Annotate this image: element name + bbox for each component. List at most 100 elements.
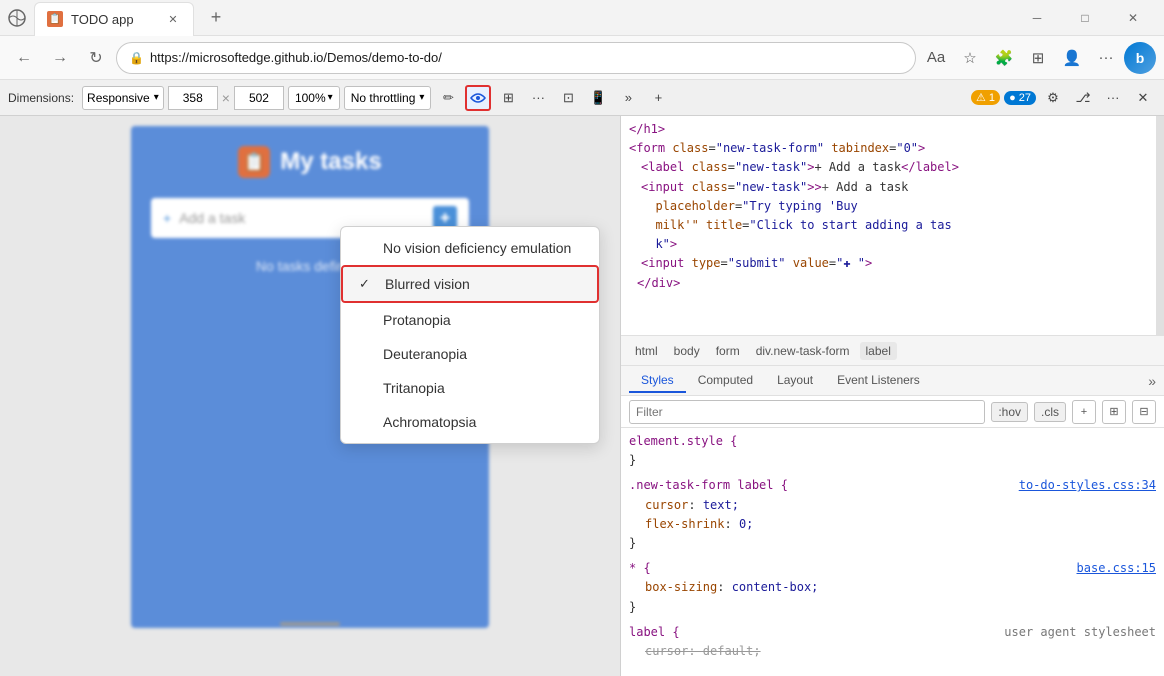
- css-line: }: [629, 451, 1156, 470]
- lock-icon: 🔒: [129, 51, 144, 65]
- tab-title: TODO app: [71, 12, 157, 27]
- css-line: cursor: default;: [629, 642, 1156, 661]
- close-button[interactable]: ✕: [1110, 2, 1156, 34]
- code-line: <form class="new-task-form" tabindex="0"…: [629, 139, 1156, 158]
- collections-button[interactable]: ⊞: [1022, 42, 1054, 74]
- breadcrumb-html[interactable]: html: [629, 342, 664, 360]
- dimensions-label: Dimensions:: [8, 91, 74, 105]
- expand-button[interactable]: »: [615, 85, 641, 111]
- settings-button[interactable]: ···: [1090, 42, 1122, 74]
- app-header: 📋 My tasks: [238, 146, 381, 178]
- filter-input[interactable]: [629, 400, 985, 424]
- branch-button[interactable]: ⎇: [1070, 85, 1096, 111]
- zoom-select[interactable]: 100% ▾: [288, 86, 340, 110]
- read-aloud-button[interactable]: Aa: [920, 42, 952, 74]
- active-tab[interactable]: 📋 TODO app ✕: [34, 2, 194, 36]
- refresh-button[interactable]: ↻: [80, 42, 112, 74]
- window-controls: ─ □ ✕: [1014, 2, 1156, 34]
- minimize-button[interactable]: ─: [1014, 2, 1060, 34]
- tab-layout[interactable]: Layout: [765, 369, 825, 393]
- nav-right: Aa ☆ 🧩 ⊞ 👤 ··· b: [920, 42, 1156, 74]
- tab-styles[interactable]: Styles: [629, 369, 686, 393]
- filter-toggle-button[interactable]: ⊟: [1132, 400, 1156, 424]
- new-tab-button[interactable]: +: [202, 4, 230, 32]
- vision-emulation-button[interactable]: [465, 85, 491, 111]
- responsive-select[interactable]: Responsive ▾: [82, 86, 164, 110]
- dropdown-item-blurred[interactable]: ✓ Blurred vision: [341, 265, 599, 303]
- back-button[interactable]: ←: [8, 42, 40, 74]
- profile-button[interactable]: 👤: [1056, 42, 1088, 74]
- dimension-separator: ×: [222, 90, 230, 106]
- horizontal-scrollbar[interactable]: [280, 622, 340, 626]
- check-icon: ✓: [359, 276, 375, 292]
- css-link-base[interactable]: base.css:15: [1077, 559, 1156, 578]
- css-link-todo[interactable]: to-do-styles.css:34: [1019, 476, 1156, 495]
- css-block-label: label { user agent stylesheet cursor: de…: [629, 623, 1156, 661]
- nav-bar: ← → ↻ 🔒 https://microsoftedge.github.io/…: [0, 36, 1164, 80]
- tab-favicon: 📋: [47, 11, 63, 27]
- close-devtools-button[interactable]: ✕: [1130, 85, 1156, 111]
- css-block-element-style: element.style { }: [629, 432, 1156, 470]
- address-bar[interactable]: 🔒 https://microsoftedge.github.io/Demos/…: [116, 42, 916, 74]
- item-label: Achromatopsia: [383, 414, 583, 430]
- edge-icon: b: [1124, 42, 1156, 74]
- css-line: * { base.css:15: [629, 559, 1156, 578]
- pencil-button[interactable]: ✏: [435, 85, 461, 111]
- toggle-device-button[interactable]: ⊞: [495, 85, 521, 111]
- filter-pseudo-button[interactable]: :hov: [991, 402, 1028, 422]
- maximize-button[interactable]: □: [1062, 2, 1108, 34]
- main-area: 📋 My tasks + Add a task ✚ No tasks defin…: [0, 116, 1164, 676]
- css-line: }: [629, 534, 1156, 553]
- add-button[interactable]: +: [645, 85, 671, 111]
- width-input[interactable]: [168, 86, 218, 110]
- info-badge: ● 27: [1004, 91, 1036, 105]
- tab-computed[interactable]: Computed: [686, 369, 765, 393]
- dropdown-item-protanopia[interactable]: Protanopia: [341, 303, 599, 337]
- css-line: cursor: text;: [629, 496, 1156, 515]
- dropdown-item-achromatopsia[interactable]: Achromatopsia: [341, 405, 599, 439]
- more-devtools-button[interactable]: ···: [1100, 85, 1126, 111]
- css-block-new-task-form: .new-task-form label { to-do-styles.css:…: [629, 476, 1156, 553]
- filter-cls-button[interactable]: .cls: [1034, 402, 1066, 422]
- dropdown-item-deuteranopia[interactable]: Deuteranopia: [341, 337, 599, 371]
- css-line: label { user agent stylesheet: [629, 623, 1156, 642]
- code-line: placeholder="Try typing 'Buy: [629, 197, 1156, 216]
- more-tabs-button[interactable]: »: [1148, 373, 1156, 389]
- zoom-chevron-icon: ▾: [328, 92, 333, 103]
- breadcrumb-form[interactable]: form: [710, 342, 746, 360]
- breadcrumb-div[interactable]: div.new-task-form: [750, 342, 856, 360]
- vision-emulation-dropdown: No vision deficiency emulation ✓ Blurred…: [340, 226, 600, 444]
- css-line: element.style {: [629, 432, 1156, 451]
- app-icon: 📋: [238, 146, 270, 178]
- styles-tabs: Styles Computed Layout Event Listeners »: [621, 366, 1164, 396]
- html-code-area: </h1> <form class="new-task-form" tabind…: [621, 116, 1164, 336]
- tab-event-listeners[interactable]: Event Listeners: [825, 369, 932, 393]
- filter-force-button[interactable]: ⊞: [1102, 400, 1126, 424]
- vertical-scrollbar-code[interactable]: [1156, 116, 1164, 335]
- throttle-select[interactable]: No throttling ▾: [344, 86, 432, 110]
- title-bar-left: [8, 9, 26, 27]
- address-text: https://microsoftedge.github.io/Demos/de…: [150, 50, 903, 65]
- filter-add-button[interactable]: +: [1072, 400, 1096, 424]
- settings-gear-button[interactable]: ⚙: [1040, 85, 1066, 111]
- add-task-placeholder: Add a task: [179, 210, 425, 226]
- emulate-button[interactable]: ⊡: [555, 85, 581, 111]
- device-button[interactable]: 📱: [585, 85, 611, 111]
- extensions-button[interactable]: 🧩: [988, 42, 1020, 74]
- browser-icon: [8, 9, 26, 27]
- tab-close-button[interactable]: ✕: [165, 11, 181, 27]
- devtools-bar: Dimensions: Responsive ▾ × 100% ▾ No thr…: [0, 80, 1164, 116]
- height-input[interactable]: [234, 86, 284, 110]
- forward-button[interactable]: →: [44, 42, 76, 74]
- breadcrumb-body[interactable]: body: [668, 342, 706, 360]
- code-line: k">: [629, 235, 1156, 254]
- dropdown-item-no-deficiency[interactable]: No vision deficiency emulation: [341, 231, 599, 265]
- css-line: .new-task-form label { to-do-styles.css:…: [629, 476, 1156, 495]
- css-line: box-sizing: content-box;: [629, 578, 1156, 597]
- favorites-button[interactable]: ☆: [954, 42, 986, 74]
- filter-bar: :hov .cls + ⊞ ⊟: [621, 396, 1164, 428]
- breadcrumb-label[interactable]: label: [860, 342, 897, 360]
- dropdown-item-tritanopia[interactable]: Tritanopia: [341, 371, 599, 405]
- app-title: My tasks: [280, 148, 381, 176]
- more-tools-button[interactable]: ···: [525, 85, 551, 111]
